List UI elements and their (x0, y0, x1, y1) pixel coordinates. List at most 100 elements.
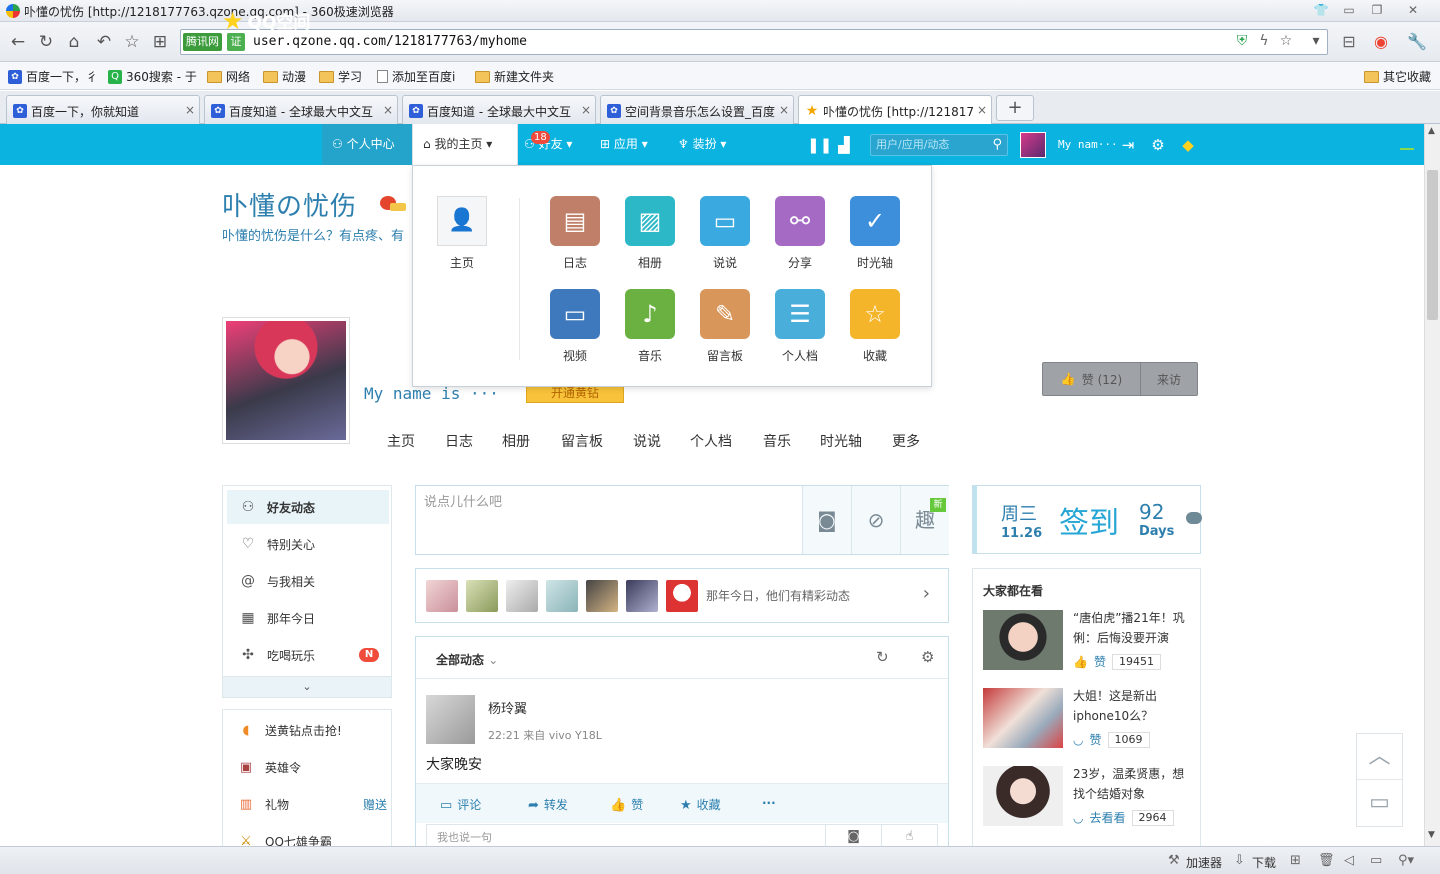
weibo-icon[interactable]: ◉ (1368, 30, 1394, 54)
page-scrollbar[interactable]: ▲ ▼ (1424, 124, 1440, 846)
smile-icon[interactable]: ◡ (1073, 811, 1083, 825)
music-icon[interactable]: ♪ (625, 289, 675, 339)
link-icon[interactable]: ⊘ (851, 486, 900, 554)
settings-gear-icon[interactable]: ⚙ (1148, 136, 1168, 154)
profile-nav-blog[interactable]: 日志 (445, 431, 473, 451)
skin-icon[interactable]: 👕 (1310, 2, 1332, 18)
back-button[interactable]: ← (6, 30, 30, 54)
shield-icon[interactable]: ⛨ (1233, 33, 1251, 49)
trending-thumbnail[interactable] (983, 688, 1063, 748)
chevron-right-icon[interactable]: › (923, 583, 930, 604)
app-favorites-label[interactable]: 收藏 (845, 347, 905, 364)
scroll-thumb[interactable] (1427, 170, 1438, 320)
app-video-label[interactable]: 视频 (545, 347, 605, 364)
nav-friends[interactable]: ⚇ 好友 ▾ (524, 124, 588, 165)
memory-friends-strip[interactable]: 那年今日，他们有精彩动态 › (415, 568, 949, 623)
zoom-icon[interactable]: ⚲▾ (1398, 853, 1414, 868)
trending-thumbnail[interactable] (983, 766, 1063, 826)
tab-baidu[interactable]: ✿ 百度一下，你就知道 × (6, 95, 200, 124)
forward-button[interactable]: ➦ 转发 (528, 796, 568, 813)
notebook-icon[interactable]: ▤ (550, 196, 600, 246)
leftnav-food-fun[interactable]: ✣ 吃喝玩乐 N (227, 638, 389, 672)
feedback-icon[interactable]: ▭ (1357, 780, 1402, 826)
fun-button[interactable]: 趣 (900, 486, 949, 554)
like-button[interactable]: 👍 赞 (610, 796, 643, 813)
profile-icon[interactable]: ☰ (775, 289, 825, 339)
visit-button[interactable]: 来访 (1141, 371, 1197, 388)
diamond-icon[interactable]: ◆ (1178, 136, 1198, 154)
music-bars-icon[interactable]: ▟ (834, 136, 854, 154)
trending-text[interactable]: 23岁，温柔贤惠，想找个结婚对象 (1073, 764, 1195, 804)
message-board-icon[interactable]: ✎ (700, 289, 750, 339)
leftnav-this-day[interactable]: ▦ 那年今日 (227, 601, 389, 635)
trending-text[interactable]: 大姐！这是新出iphone10么？ (1073, 686, 1195, 726)
nav-apps[interactable]: ⊞ 应用 ▾ (600, 124, 666, 165)
tools-wrench-icon[interactable]: 🔧 (1404, 30, 1430, 54)
bookmark-360search[interactable]: Q 360搜索 - 于 (108, 68, 197, 85)
leftnav-gift[interactable]: ▥ 礼物 赠送 (237, 794, 387, 814)
scroll-up-icon[interactable]: ▲ (1428, 126, 1435, 136)
nav-my-home[interactable]: ⌂ 我的主页 ▾ (412, 124, 518, 165)
friend-avatar[interactable] (426, 580, 458, 612)
refresh-button[interactable]: ↻ (34, 30, 58, 54)
favorite-star-icon[interactable]: ☆ (120, 30, 144, 54)
screen-icon[interactable]: ▭ (1370, 853, 1382, 868)
bookmark-add-baidu[interactable]: 添加至百度i (377, 68, 455, 85)
camera-icon[interactable]: ◙ (825, 825, 881, 848)
close-tab-icon[interactable]: × (779, 103, 789, 117)
checkin-button[interactable]: 签到 (1059, 498, 1119, 542)
profile-nav-guestbook[interactable]: 留言板 (561, 431, 603, 451)
trending-text[interactable]: “唐伯虎”播21年！巩俐：后悔没要开演 (1073, 608, 1195, 648)
profile-nav-more[interactable]: 更多 (892, 431, 920, 451)
maximize-button[interactable]: ❐ (1366, 2, 1388, 18)
app-blog-label[interactable]: 日志 (545, 254, 605, 271)
star-icon[interactable]: ☆ (850, 289, 900, 339)
feed-filter[interactable]: 全部动态 ⌄ (436, 651, 498, 668)
add-window-icon[interactable]: ⊞ (1290, 853, 1301, 868)
photo-icon[interactable]: ▨ (625, 196, 675, 246)
tab-zhidao-3[interactable]: ✿ 空间背景音乐怎么设置_百度 × (600, 95, 794, 124)
friend-avatar[interactable] (626, 580, 658, 612)
friend-avatar[interactable] (586, 580, 618, 612)
refresh-icon[interactable]: ↻ (876, 648, 889, 666)
profile-portrait[interactable] (222, 317, 350, 444)
more-button[interactable]: ··· (762, 796, 776, 810)
checkin-card[interactable]: 周三 11.26 签到 92 Days (972, 485, 1202, 554)
lightning-icon[interactable]: ϟ (1255, 33, 1273, 49)
share-icon[interactable]: ⚯ (775, 196, 825, 246)
bookmark-folder-new[interactable]: 新建文件夹 (475, 68, 554, 85)
smile-icon[interactable]: ◡ (1073, 733, 1083, 747)
emoji-icon[interactable]: ☝ (881, 825, 937, 848)
app-profile-label[interactable]: 个人档 (770, 347, 830, 364)
comment-input[interactable]: 我也说一句 (437, 829, 492, 845)
volume-icon[interactable]: ◁ (1344, 853, 1354, 868)
friend-avatar[interactable] (506, 580, 538, 612)
dropdown-arrow-icon[interactable]: ▾ (1307, 33, 1325, 49)
url-text[interactable]: user.qzone.qq.com/1218177763/myhome (253, 34, 527, 49)
download-button[interactable]: 下载 (1252, 854, 1276, 871)
close-tab-icon[interactable]: × (977, 103, 987, 117)
author-avatar[interactable] (426, 695, 475, 744)
logout-icon[interactable]: ⇥ (1118, 136, 1138, 154)
app-mood-label[interactable]: 说说 (695, 254, 755, 271)
bookmark-folder-anime[interactable]: 动漫 (263, 68, 306, 85)
download-icon[interactable]: ⇩ (1234, 853, 1245, 868)
bookmark-folder-study[interactable]: 学习 (319, 68, 362, 85)
app-album-label[interactable]: 相册 (620, 254, 680, 271)
trending-thumbnail[interactable] (983, 610, 1063, 670)
video-icon[interactable]: ▭ (550, 289, 600, 339)
comment-button[interactable]: ▭ 评论 (440, 796, 481, 813)
profile-nav-profile[interactable]: 个人档 (690, 431, 732, 451)
scroll-down-icon[interactable]: ▼ (1428, 830, 1435, 840)
pause-music-icon[interactable]: ❚❚ (807, 136, 832, 154)
expand-chevron-icon[interactable]: ⌄ (223, 676, 391, 697)
thumbs-up-icon[interactable]: 👍 (1073, 655, 1088, 669)
app-share-label[interactable]: 分享 (770, 254, 830, 271)
friend-avatar[interactable] (466, 580, 498, 612)
profile-nav-mood[interactable]: 说说 (633, 431, 661, 451)
leftnav-special-care[interactable]: ♡ 特别关心 (227, 527, 389, 561)
chat-icon[interactable]: ▭ (700, 196, 750, 246)
home-button[interactable]: ⌂ (62, 30, 86, 54)
leftnav-free-diamond[interactable]: ◖ 送黄钻点击抢! (237, 720, 387, 740)
nav-personal-center[interactable]: ⚇ 个人中心 (322, 124, 412, 165)
